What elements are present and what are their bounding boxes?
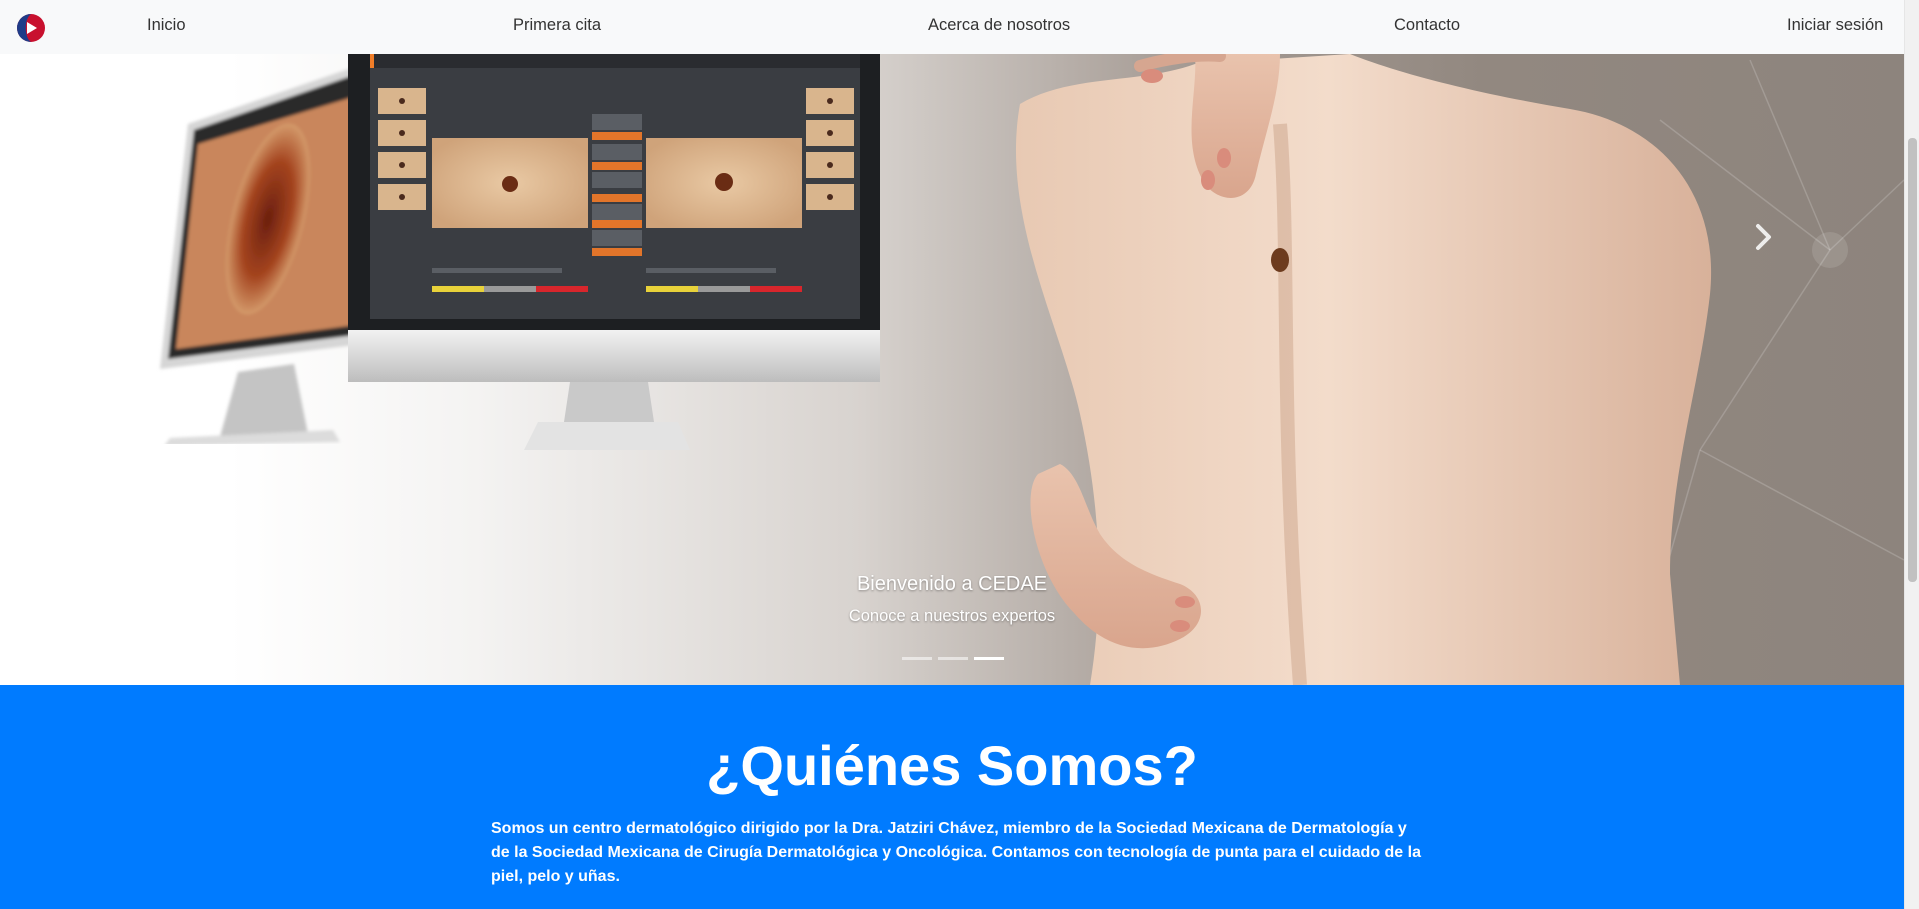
about-section: ¿Quiénes Somos? Somos un centro dermatol… [0, 685, 1904, 909]
nav-link-iniciar-sesion[interactable]: Iniciar sesión [1787, 0, 1883, 54]
about-description: Somos un centro dermatológico dirigido p… [491, 820, 1421, 885]
chevron-right-icon[interactable] [1751, 222, 1777, 252]
carousel-indicator-3[interactable] [974, 657, 1004, 660]
hero-carousel: Bienvenido a CEDAE Conoce a nuestros exp… [0, 0, 1904, 685]
dermoscopy-monitor-small [160, 64, 363, 444]
carousel-caption-title: Bienvenido a CEDAE [856, 573, 1048, 595]
carousel-indicator-2[interactable] [938, 657, 968, 660]
nav-link-inicio[interactable]: Inicio [147, 0, 186, 54]
cedae-logo-icon[interactable] [16, 13, 46, 43]
dermoscopy-monitor-main [348, 54, 880, 450]
scrollbar-thumb[interactable] [1908, 138, 1917, 582]
carousel-indicator-1[interactable] [902, 657, 932, 660]
nav-link-contacto[interactable]: Contacto [1394, 0, 1460, 54]
nav-link-primera-cita[interactable]: Primera cita [513, 0, 601, 54]
main-navbar: Inicio Primera cita Acerca de nosotros C… [0, 0, 1904, 54]
nav-link-acerca-de-nosotros[interactable]: Acerca de nosotros [928, 0, 1070, 54]
carousel-indicators [902, 657, 1004, 660]
about-title: ¿Quiénes Somos? [706, 734, 1198, 797]
page-scrollbar[interactable] [1904, 0, 1919, 909]
carousel-caption-subtitle: Conoce a nuestros expertos [848, 607, 1056, 625]
